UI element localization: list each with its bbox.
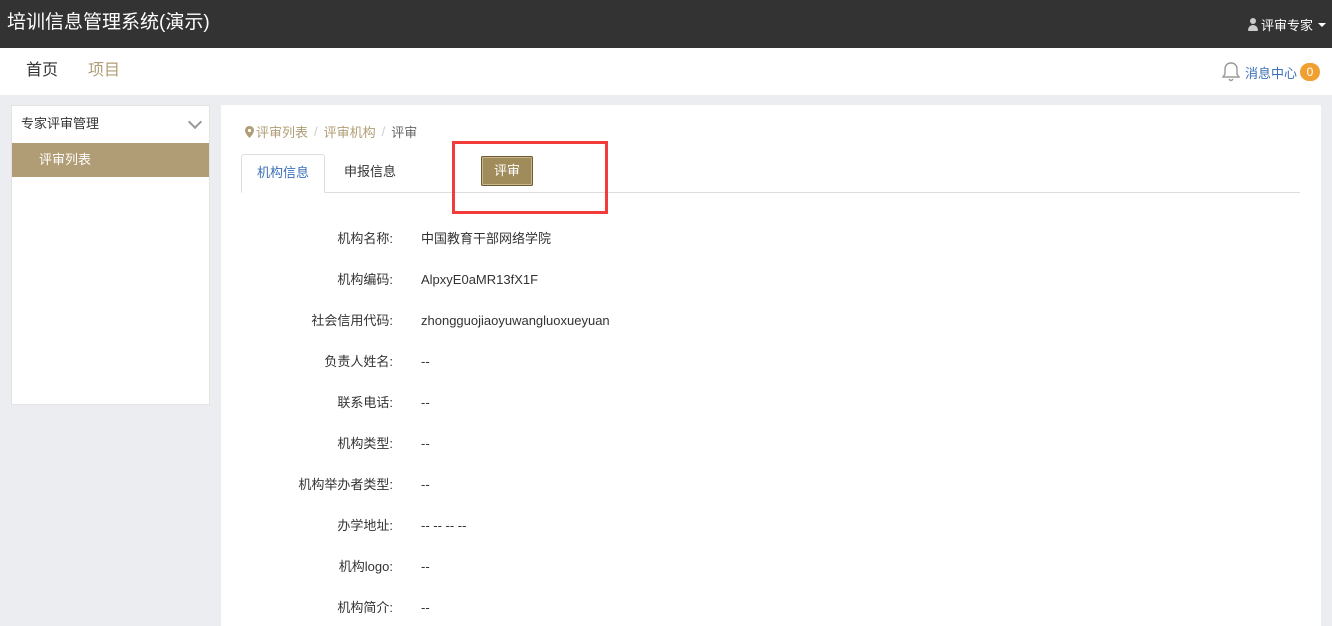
field-row-logo: 机构logo: -- <box>221 557 1321 577</box>
field-value: -- <box>421 354 430 369</box>
field-value: -- <box>421 436 430 451</box>
chevron-down-icon <box>187 114 203 130</box>
breadcrumb-separator: / <box>381 124 386 139</box>
sidebar-item-review-list[interactable]: 评审列表 <box>12 143 209 177</box>
tab-bar: 机构信息 申报信息 <box>241 154 1300 193</box>
breadcrumb-review-list[interactable]: 评审列表 <box>256 122 308 141</box>
caret-down-icon <box>1318 22 1326 27</box>
field-row-intro: 机构简介: -- <box>221 598 1321 618</box>
field-row-org-name: 机构名称: 中国教育干部网络学院 <box>221 229 1321 249</box>
field-row-org-code: 机构编码: AlpxyE0aMR13fX1F <box>221 270 1321 290</box>
field-value: 中国教育干部网络学院 <box>421 231 552 246</box>
tab-application-info[interactable]: 申报信息 <box>329 154 411 192</box>
field-row-sponsor-type: 机构举办者类型: -- <box>221 475 1321 495</box>
field-value: -- <box>421 477 430 492</box>
user-menu[interactable]: 评审专家 <box>1247 15 1326 34</box>
top-bar: 培训信息管理系统(演示) 评审专家 <box>0 0 1332 48</box>
breadcrumb-separator: / <box>314 124 318 139</box>
user-name: 评审专家 <box>1260 18 1313 33</box>
field-label: 机构logo: <box>338 559 393 574</box>
field-value: -- <box>421 395 430 410</box>
tab-org-info[interactable]: 机构信息 <box>241 154 326 193</box>
field-label: 负责人姓名: <box>324 354 393 369</box>
sidebar: 专家评审管理 评审列表 <box>11 105 210 405</box>
breadcrumb: 评审列表 / 评审机构 / 评审 <box>245 122 417 141</box>
field-row-phone: 联系电话: -- <box>221 393 1321 413</box>
message-count-badge: 0 <box>1300 63 1320 81</box>
sidebar-group-header[interactable]: 专家评审管理 <box>12 106 209 143</box>
map-pin-icon <box>245 125 254 138</box>
nav-project[interactable]: 项目 <box>88 61 120 81</box>
field-label: 机构名称: <box>337 231 393 246</box>
breadcrumb-review-org[interactable]: 评审机构 <box>324 122 376 141</box>
app-title: 培训信息管理系统(演示) <box>7 12 210 33</box>
main-nav: 首页 项目 消息中心 0 <box>0 48 1332 95</box>
field-label: 机构类型: <box>337 436 393 451</box>
field-label: 机构编码: <box>337 272 393 287</box>
message-center-label[interactable]: 消息中心 <box>1245 63 1297 82</box>
field-row-address: 办学地址: -- -- -- -- <box>221 516 1321 536</box>
review-button[interactable]: 评审 <box>481 156 533 186</box>
field-value: -- -- -- -- <box>421 518 467 533</box>
user-icon <box>1247 18 1259 31</box>
field-label: 机构简介: <box>337 600 393 615</box>
nav-home[interactable]: 首页 <box>26 61 58 81</box>
main-panel: 评审列表 / 评审机构 / 评审 机构信息 申报信息 评审 机构名称: 中国教育… <box>221 105 1321 626</box>
message-center[interactable]: 消息中心 0 <box>1221 61 1320 83</box>
field-label: 机构举办者类型: <box>298 477 393 492</box>
field-label: 办学地址: <box>337 518 393 533</box>
field-value: zhongguojiaoyuwangluoxueyuan <box>421 313 610 328</box>
field-label: 联系电话: <box>337 395 393 410</box>
field-label: 社会信用代码: <box>311 313 393 328</box>
field-row-leader-name: 负责人姓名: -- <box>221 352 1321 372</box>
field-value: AlpxyE0aMR13fX1F <box>421 272 539 287</box>
field-row-org-type: 机构类型: -- <box>221 434 1321 454</box>
field-row-credit-code: 社会信用代码: zhongguojiaoyuwangluoxueyuan <box>221 311 1321 331</box>
field-value: -- <box>421 559 430 574</box>
sidebar-group-title: 专家评审管理 <box>21 116 100 131</box>
field-value: -- <box>421 600 430 615</box>
bell-icon <box>1221 62 1241 82</box>
breadcrumb-current: 评审 <box>391 125 418 140</box>
